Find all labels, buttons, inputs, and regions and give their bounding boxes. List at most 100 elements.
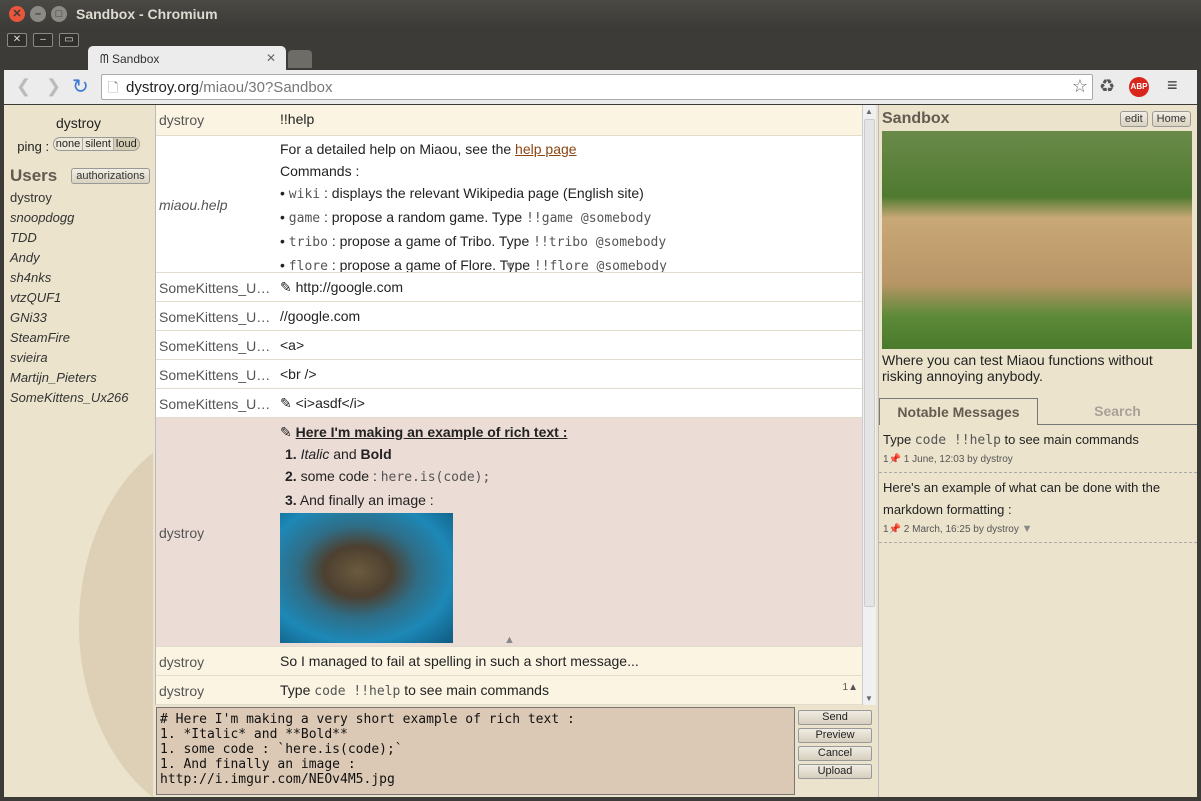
and-text: and — [329, 446, 361, 462]
upload-button[interactable]: Upload — [798, 764, 872, 779]
expand-arrow-icon[interactable]: ▼ — [504, 260, 515, 272]
address-bar[interactable]: 🗋 dystroy.org/miaou/30?Sandbox ☆ — [101, 74, 1093, 100]
reload-icon[interactable]: ↻ — [72, 74, 89, 99]
message-author[interactable]: dystroy — [156, 647, 280, 675]
inline-code: code !!help — [314, 684, 401, 699]
recycle-extension-icon[interactable]: ♻ — [1099, 76, 1115, 97]
ping-loud[interactable]: loud — [112, 138, 139, 150]
message-author[interactable]: SomeKittens_U… — [156, 389, 280, 417]
message-text: !!help — [280, 111, 315, 127]
room-title: Sandbox — [882, 110, 950, 127]
message-author[interactable]: SomeKittens_U… — [156, 302, 280, 330]
help-command: • tribo : propose a game of Tribo. Type … — [280, 233, 667, 250]
message-input[interactable] — [156, 707, 795, 795]
commands-label: Commands : — [280, 163, 360, 179]
menu-icon[interactable]: ≡ — [1167, 75, 1178, 96]
window-title: Sandbox - Chromium — [76, 6, 218, 22]
collapse-arrow-icon[interactable]: ▲ — [504, 634, 515, 646]
edited-pencil-icon: ✎ — [280, 424, 296, 440]
ping-label: ping : — [17, 139, 50, 154]
left-panel: dystroy ping : none silent loud Users auth… — [4, 105, 153, 797]
chat-scrollbar[interactable]: ▲ ▼ — [862, 105, 876, 705]
tab-search[interactable]: Search — [1038, 398, 1197, 424]
title-bar: ✕ – □ Sandbox - Chromium — [0, 0, 1201, 28]
cancel-button[interactable]: Cancel — [798, 746, 872, 761]
favicon: ᗰ — [100, 52, 112, 66]
message-text: <br /> — [280, 366, 317, 382]
message-author[interactable]: SomeKittens_U… — [156, 360, 280, 388]
tab-title: Sandbox — [112, 52, 160, 66]
user-item[interactable]: GNi33 — [4, 310, 153, 330]
tab-sandbox[interactable]: ᗰ Sandbox ✕ — [88, 46, 286, 72]
help-command: • wiki : displays the relevant Wikipedia… — [280, 185, 644, 202]
room-panel: Sandbox edit Home Where you can test Mia… — [878, 105, 1197, 797]
ping-silent[interactable]: silent — [82, 138, 113, 150]
message-text: <a> — [280, 337, 305, 353]
message-author[interactable]: SomeKittens_U… — [156, 331, 280, 359]
back-icon[interactable]: ❮ — [16, 76, 31, 97]
help-intro: For a detailed help on Miaou, see the — [280, 141, 516, 157]
image-label: And finally an image : — [299, 492, 434, 508]
scrollbar-thumb[interactable] — [864, 119, 875, 607]
italic-text: Italic — [300, 446, 330, 462]
help-command: • game : propose a random game. Type !!g… — [280, 209, 652, 226]
rich-heading: Here I'm making an example of rich text … — [295, 424, 568, 440]
notable-message: Type code !!help to see main commands 1📌… — [879, 425, 1197, 473]
help-command: • flore : propose a game of Flore. Type … — [280, 257, 667, 273]
ping-none[interactable]: none — [54, 138, 82, 150]
pin-count[interactable]: 1▲ — [843, 681, 858, 695]
url-host: dystroy.org — [126, 79, 200, 96]
user-item[interactable]: SomeKittens_Ux266 — [4, 390, 153, 410]
message-author[interactable]: dystroy — [156, 418, 280, 646]
message-text: http://google.com — [295, 279, 404, 295]
tab-notable-messages[interactable]: Notable Messages — [879, 398, 1038, 425]
bold-text: Bold — [360, 446, 392, 462]
sandbox-image[interactable] — [882, 131, 1192, 349]
page-icon: 🗋 — [108, 80, 119, 95]
send-button[interactable]: Send — [798, 710, 872, 725]
message-author[interactable]: dystroy — [156, 676, 280, 704]
inline-code: here.is(code); — [380, 470, 491, 485]
user-item[interactable]: svieira — [4, 350, 153, 370]
message-author[interactable]: miaou.help — [156, 136, 280, 272]
expand-arrow-icon[interactable]: ▼ — [1022, 523, 1033, 535]
user-item[interactable]: Martijn_Pieters — [4, 370, 153, 390]
minimize-window-icon[interactable]: – — [30, 6, 46, 22]
user-item[interactable]: sh4nks — [4, 270, 153, 290]
adblock-icon[interactable]: ABP — [1129, 77, 1149, 97]
preview-button[interactable]: Preview — [798, 728, 872, 743]
url-path: /miaou/30?Sandbox — [199, 79, 333, 96]
user-item[interactable]: vtzQUF1 — [4, 290, 153, 310]
forward-icon[interactable]: ❯ — [46, 76, 61, 97]
notable-meta: 1 June, 12:03 by dystroy — [903, 454, 1013, 465]
edited-pencil-icon: ✎ — [280, 395, 296, 411]
maximize-window-icon[interactable]: □ — [51, 6, 67, 22]
help-page-link[interactable]: help page — [515, 141, 577, 157]
close-icon[interactable]: ✕ — [7, 33, 27, 47]
text-pre: Type — [280, 682, 315, 698]
message-author[interactable]: SomeKittens_U… — [156, 273, 280, 301]
user-item[interactable]: Andy — [4, 250, 153, 270]
user-item[interactable]: dystroy — [4, 190, 153, 210]
minimize-icon[interactable]: – — [33, 33, 53, 47]
user-item[interactable]: snoopdogg — [4, 210, 153, 230]
code-label: some code : — [300, 468, 381, 484]
edit-room-button[interactable]: edit — [1119, 111, 1148, 127]
turtle-image[interactable] — [280, 513, 453, 643]
restore-icon[interactable]: ▭ — [59, 33, 79, 47]
text-post: to see main commands — [400, 682, 549, 698]
bookmark-star-icon[interactable]: ☆ — [1072, 76, 1088, 97]
user-item[interactable]: SteamFire — [4, 330, 153, 350]
room-description: Where you can test Miaou functions witho… — [882, 352, 1153, 384]
notable-meta: 2 March, 16:25 by dystroy — [903, 524, 1019, 535]
close-window-icon[interactable]: ✕ — [9, 6, 25, 22]
message-help: For a detailed help on Miaou, see the he… — [280, 136, 862, 272]
user-item[interactable]: TDD — [4, 230, 153, 250]
message-text: So I managed to fail at spelling in such… — [280, 653, 639, 669]
authorizations-button[interactable]: authorizations — [71, 168, 150, 184]
notable-message: Here's an example of what can be done wi… — [879, 473, 1197, 543]
message-author[interactable]: dystroy — [156, 105, 280, 135]
new-tab-button[interactable] — [288, 50, 312, 68]
home-button[interactable]: Home — [1151, 111, 1191, 127]
tab-close-icon[interactable]: ✕ — [266, 51, 276, 65]
